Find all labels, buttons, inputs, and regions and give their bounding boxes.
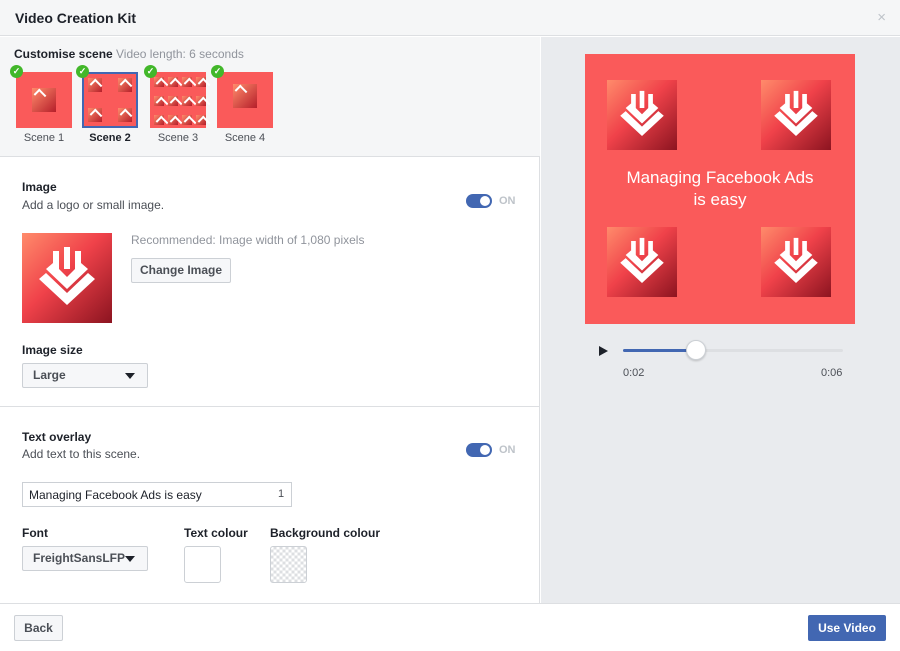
playback-handle[interactable] (685, 340, 706, 360)
logo-icon (39, 247, 95, 305)
overlay-text-input[interactable] (22, 482, 292, 507)
logo-icon (118, 108, 132, 122)
image-size-label: Image size (22, 343, 83, 357)
current-time: 0:02 (623, 367, 645, 379)
scene-2-thumbnail[interactable]: ✓ Scene 2 (76, 65, 140, 144)
scene-preview-image (16, 72, 72, 128)
image-size-value: Large (33, 368, 66, 382)
check-icon: ✓ (144, 65, 157, 78)
logo-icon (607, 80, 677, 150)
recommended-size-text: Recommended: Image width of 1,080 pixels (131, 233, 365, 247)
editor-panel: Customise scene Video length: 6 seconds … (0, 37, 540, 603)
font-value: FreightSansLFP (33, 551, 126, 565)
background-colour-swatch[interactable] (270, 546, 307, 583)
logo-icon (32, 88, 56, 112)
logo-icon (88, 78, 102, 92)
logo-icon (196, 77, 206, 87)
logo-icon (761, 80, 831, 150)
check-icon: ✓ (76, 65, 89, 78)
font-label: Font (22, 526, 48, 540)
text-colour-label: Text colour (184, 526, 248, 540)
logo-icon (118, 78, 132, 92)
text-overlay-heading: Text overlay (22, 430, 92, 444)
text-overlay-toggle-label: ON (499, 444, 516, 456)
scene-1-thumbnail[interactable]: ✓ Scene 1 (10, 65, 74, 144)
playback-slider[interactable] (623, 340, 843, 360)
check-icon: ✓ (211, 65, 224, 78)
logo-icon (607, 227, 677, 297)
logo-icon (168, 96, 178, 106)
image-description: Add a logo or small image. (22, 198, 165, 212)
preview-panel: Managing Facebook Ads is easy 0:02 0:06 (541, 37, 900, 603)
logo-icon (233, 84, 257, 108)
check-icon: ✓ (10, 65, 23, 78)
logo-icon (182, 115, 192, 125)
customise-scene-label: Customise scene (14, 47, 113, 61)
image-toggle[interactable] (466, 194, 492, 208)
logo-icon (88, 108, 102, 122)
change-image-button[interactable]: Change Image (131, 258, 231, 283)
scene-preview-image (217, 72, 273, 128)
logo-icon (196, 115, 206, 125)
scene-4-thumbnail[interactable]: ✓ Scene 4 (211, 65, 275, 144)
logo-icon (182, 96, 192, 106)
text-overlay-toggle[interactable] (466, 443, 492, 457)
background-colour-label: Background colour (270, 526, 381, 540)
dialog-header: Video Creation Kit × (0, 0, 900, 36)
play-icon[interactable] (599, 346, 608, 356)
scene-preview-image (82, 72, 138, 128)
logo-icon (168, 77, 178, 87)
use-video-button[interactable]: Use Video (808, 615, 886, 641)
scene-preview-image (150, 72, 206, 128)
logo-icon (154, 77, 164, 87)
text-counter: 1 (278, 488, 285, 500)
video-preview: Managing Facebook Ads is easy (585, 54, 855, 324)
logo-icon (196, 96, 206, 106)
playback-progress (623, 349, 696, 352)
font-dropdown[interactable]: FreightSansLFP (22, 546, 148, 571)
image-toggle-label: ON (499, 195, 516, 207)
overlay-line-1: Managing Facebook Ads (626, 168, 814, 187)
image-section: Image Add a logo or small image. ON Reco… (0, 158, 540, 407)
total-time: 0:06 (821, 367, 843, 379)
overlay-text-preview: Managing Facebook Ads is easy (585, 167, 855, 211)
scene-label: Scene 2 (89, 132, 131, 144)
caret-down-icon (125, 556, 135, 562)
logo-icon (182, 77, 192, 87)
image-size-dropdown[interactable]: Large (22, 363, 148, 388)
dialog-footer: Back Use Video (0, 603, 900, 651)
logo-icon (154, 115, 164, 125)
dialog-title: Video Creation Kit (15, 10, 137, 26)
scene-label: Scene 1 (23, 132, 65, 144)
close-icon[interactable]: × (877, 9, 886, 26)
video-length-text: Video length: 6 seconds (116, 47, 244, 61)
scene-3-thumbnail[interactable]: ✓ Scene 3 (144, 65, 208, 144)
logo-icon (154, 96, 164, 106)
caret-down-icon (125, 373, 135, 379)
text-overlay-description: Add text to this scene. (22, 447, 141, 461)
back-button[interactable]: Back (14, 615, 63, 641)
text-colour-swatch[interactable] (184, 546, 221, 583)
image-heading: Image (22, 180, 57, 194)
logo-icon (761, 227, 831, 297)
scene-label: Scene 3 (157, 132, 199, 144)
selected-logo-image (22, 233, 112, 323)
overlay-line-2: is easy (693, 190, 747, 209)
logo-icon (168, 115, 178, 125)
scene-label: Scene 4 (224, 132, 266, 144)
scene-selector: Customise scene Video length: 6 seconds … (0, 37, 540, 157)
